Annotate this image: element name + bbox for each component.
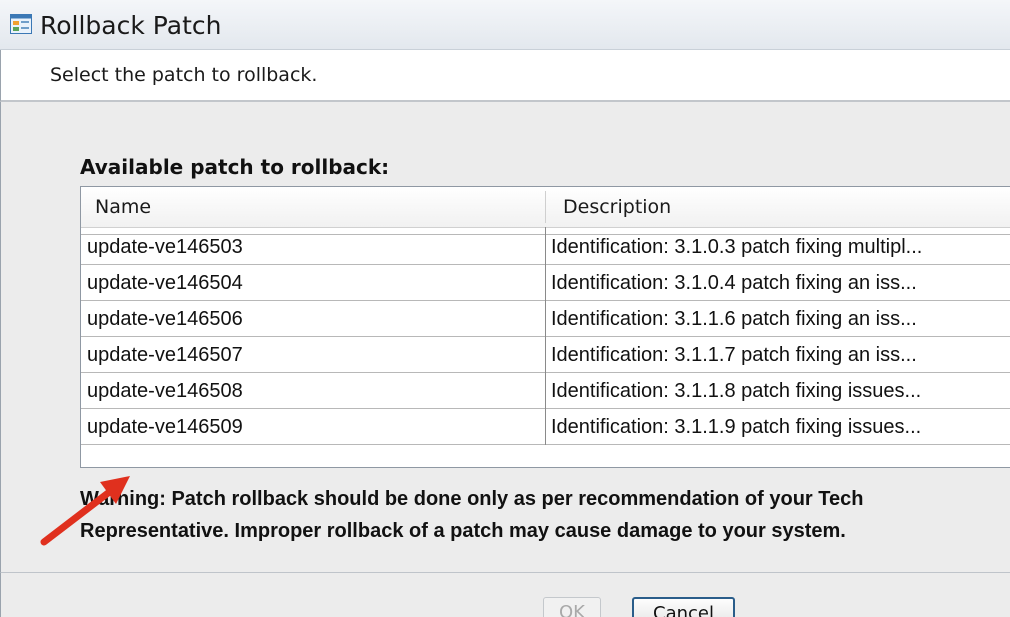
cell-description: Identification: 3.1.0.4 patch fixing an … [551,272,917,294]
red-arrow-icon [40,476,130,546]
table-row[interactable]: update-ve146506 Identification: 3.1.1.6 … [81,301,1010,337]
ok-button[interactable]: OK [543,597,601,617]
table-row[interactable]: update-ve146504 Identification: 3.1.0.4 … [81,265,1010,301]
cell-description: Identification: 3.1.1.8 patch fixing iss… [551,380,922,402]
patch-table[interactable]: Name Description update-ve146502 Identif… [80,186,1010,468]
warning-text: Warning: Patch rollback should be done o… [80,483,1010,547]
arrow-shaft [40,486,116,546]
cell-description: Identification: 3.1.1.7 patch fixing an … [551,344,917,366]
button-bar [0,572,1010,617]
window-app-icon [10,14,32,34]
cell-description: Identification: 3.1.1.9 patch fixing iss… [551,416,922,438]
table-label: Available patch to rollback: [80,155,390,179]
rollback-patch-dialog: Rollback Patch Select the patch to rollb… [0,0,1010,617]
column-header-name[interactable]: Name [95,196,151,218]
cell-description: Identification: 3.1.1.6 patch fixing an … [551,308,917,330]
window-title: Rollback Patch [40,11,222,40]
cell-name: update-ve146507 [81,337,546,373]
column-separator[interactable] [545,191,546,223]
column-header-description[interactable]: Description [563,196,671,218]
table-rows: update-ve146502 Identification: 3.1.0.2 … [81,227,1010,467]
table-row[interactable]: update-ve146509 Identification: 3.1.1.9 … [81,409,1010,445]
warning-line-1: Warning: Patch rollback should be done o… [80,488,864,510]
table-row[interactable]: update-ve146507 Identification: 3.1.1.7 … [81,337,1010,373]
cell-description: Identification: 3.1.0.3 patch fixing mul… [551,236,923,258]
table-row[interactable]: update-ve146508 Identification: 3.1.1.8 … [81,373,1010,409]
table-row[interactable]: update-ve146503 Identification: 3.1.0.3 … [81,229,1010,265]
cell-name: update-ve146504 [81,265,546,301]
warning-line-2: Representative. Improper rollback of a p… [80,520,846,542]
cell-name: update-ve146503 [81,229,546,265]
cell-name: update-ve146506 [81,301,546,337]
cancel-button[interactable]: Cancel [632,597,735,617]
cell-name: update-ve146509 [81,409,546,445]
title-bar: Rollback Patch [0,0,1010,50]
instruction-text: Select the patch to rollback. [50,64,318,86]
header-panel: Select the patch to rollback. [0,50,1010,102]
table-header: Name Description [81,187,1010,228]
cell-name: update-ve146508 [81,373,546,409]
